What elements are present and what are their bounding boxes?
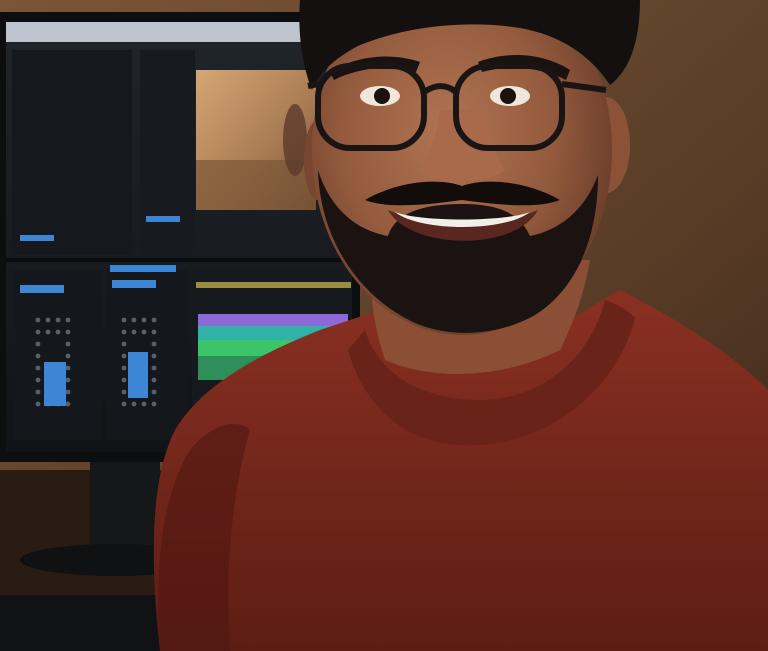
- ui-label-blue-1: [20, 285, 64, 293]
- keyboard: [0, 595, 175, 651]
- video-preview-figure: [283, 104, 307, 176]
- dot-grid-mid-highlight: [128, 352, 148, 398]
- ui-label-blue-3: [112, 280, 156, 288]
- ui-label-blue-5: [146, 216, 180, 222]
- editor-top-bar: [6, 22, 306, 42]
- dot-grid-left-highlight: [44, 362, 66, 406]
- timeline-track-purple: [198, 314, 348, 326]
- editor-panel-mid: [140, 50, 195, 255]
- monitor-stand: [90, 462, 160, 557]
- editor-panel-left: [12, 50, 132, 255]
- panel-divider: [6, 258, 352, 262]
- timeline-track-yellow: [196, 282, 351, 288]
- glasses-temple-left: [307, 81, 319, 89]
- photo-scene: [0, 0, 768, 651]
- lower-panel-left: [14, 270, 102, 440]
- pupil-left: [374, 88, 390, 104]
- ui-label-blue-2: [110, 265, 176, 272]
- pupil-right: [500, 88, 516, 104]
- ui-label-blue-4: [20, 235, 54, 241]
- photo-illustration: [0, 0, 768, 651]
